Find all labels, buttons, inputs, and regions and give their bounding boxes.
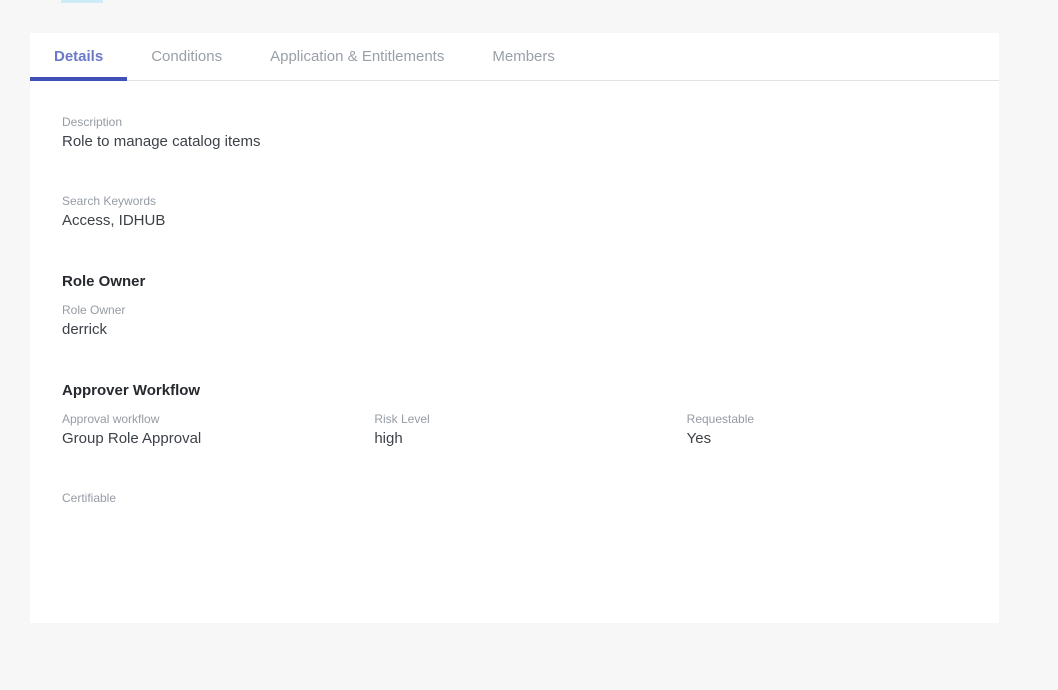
tab-members[interactable]: Members — [468, 33, 579, 80]
tab-application-entitlements[interactable]: Application & Entitlements — [246, 33, 468, 80]
tab-details[interactable]: Details — [30, 33, 127, 80]
tab-conditions[interactable]: Conditions — [127, 33, 246, 80]
role-owner-label: Role Owner — [62, 302, 999, 318]
tab-application-entitlements-label: Application & Entitlements — [270, 48, 444, 65]
requestable-value: Yes — [687, 429, 999, 449]
tab-conditions-label: Conditions — [151, 48, 222, 65]
page-background: Details Conditions Application & Entitle… — [0, 0, 1058, 690]
tab-details-label: Details — [54, 48, 103, 65]
tab-bar: Details Conditions Application & Entitle… — [30, 33, 999, 81]
approval-workflow-value: Group Role Approval — [62, 429, 374, 449]
tab-members-label: Members — [492, 48, 555, 65]
risk-level-value: high — [374, 429, 686, 449]
field-description: Description Role to manage catalog items — [62, 114, 999, 152]
field-requestable: Requestable Yes — [687, 411, 999, 449]
risk-level-label: Risk Level — [374, 411, 686, 427]
highlighted-element-fragment — [61, 0, 103, 3]
details-tab-content: Description Role to manage catalog items… — [30, 81, 999, 506]
description-value: Role to manage catalog items — [62, 132, 999, 152]
field-role-owner: Role Owner derrick — [62, 302, 999, 340]
section-heading-role-owner: Role Owner — [62, 272, 999, 292]
search-keywords-value: Access, IDHUB — [62, 211, 999, 231]
role-owner-value: derrick — [62, 320, 999, 340]
search-keywords-label: Search Keywords — [62, 193, 999, 209]
approver-workflow-row: Approval workflow Group Role Approval Ri… — [62, 411, 999, 490]
certifiable-label: Certifiable — [62, 490, 999, 506]
field-certifiable: Certifiable — [62, 490, 999, 506]
field-approval-workflow: Approval workflow Group Role Approval — [62, 411, 374, 449]
field-search-keywords: Search Keywords Access, IDHUB — [62, 193, 999, 231]
section-heading-approver-workflow: Approver Workflow — [62, 381, 999, 401]
description-label: Description — [62, 114, 999, 130]
role-details-card: Details Conditions Application & Entitle… — [30, 33, 999, 623]
field-risk-level: Risk Level high — [374, 411, 686, 449]
requestable-label: Requestable — [687, 411, 999, 427]
approval-workflow-label: Approval workflow — [62, 411, 374, 427]
